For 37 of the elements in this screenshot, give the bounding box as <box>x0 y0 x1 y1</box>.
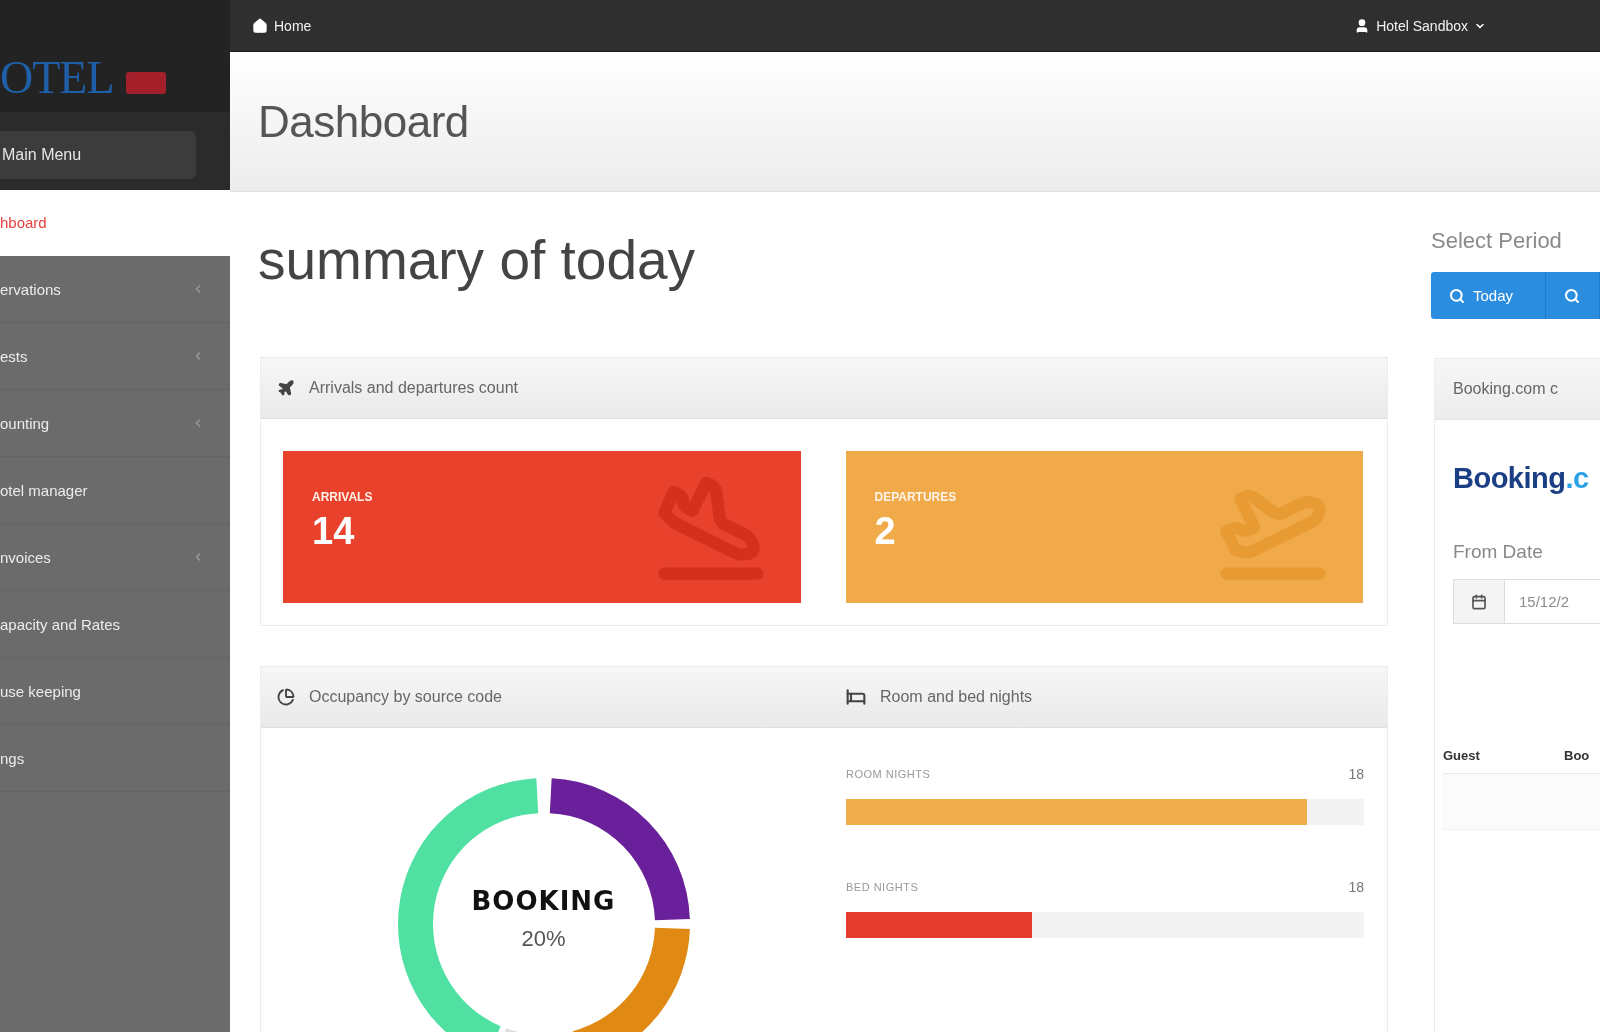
page-title: Dashboard <box>258 96 469 147</box>
stat-label: DEPARTURES <box>874 490 957 504</box>
stat-value: 14 <box>312 512 356 550</box>
calendar-icon <box>1471 593 1487 610</box>
panel-title: Occupancy by source code <box>309 688 502 706</box>
summary-heading: summary of today <box>258 230 696 290</box>
home-link[interactable]: Home <box>252 17 312 34</box>
search-icon <box>1564 287 1580 304</box>
period-label: Select Period <box>1431 228 1562 254</box>
booking-logo: Booking.c <box>1453 462 1589 495</box>
plane-icon <box>277 379 295 397</box>
donut-label: BOOKING <box>471 886 616 916</box>
pie-chart-icon <box>277 688 295 706</box>
column-header: Guest <box>1443 748 1481 763</box>
main-menu-button[interactable]: Main Menu <box>0 131 196 179</box>
panel-title: Booking.com c <box>1453 380 1558 398</box>
stat-label: ARRIVALS <box>312 490 373 504</box>
field-label: From Date <box>1453 541 1543 563</box>
home-icon <box>252 17 268 34</box>
user-menu[interactable]: Hotel Sandbox <box>1354 17 1486 34</box>
bed-icon <box>846 687 866 707</box>
bar-reading: 18 <box>1348 766 1364 782</box>
search-icon <box>1449 287 1465 304</box>
bar-reading: 18 <box>1348 879 1364 895</box>
period-button[interactable]: Today <box>1431 272 1546 319</box>
panel-title: Room and bed nights <box>880 688 1033 706</box>
stat-value: 2 <box>874 512 897 550</box>
column-header: Boo <box>1564 748 1591 763</box>
bar-label: ROOM NIGHTS <box>846 768 931 780</box>
nav-item[interactable]: hboard <box>0 190 230 256</box>
donut-value: 20% <box>521 926 566 952</box>
period-button[interactable] <box>1546 272 1600 319</box>
date-input[interactable]: 15/12/2 <box>1453 579 1600 624</box>
panel-title: Arrivals and departures count <box>309 379 518 397</box>
bar-label: BED NIGHTS <box>846 881 919 893</box>
logo-text: OTEL <box>0 55 114 101</box>
logo-mark-icon <box>125 72 166 94</box>
